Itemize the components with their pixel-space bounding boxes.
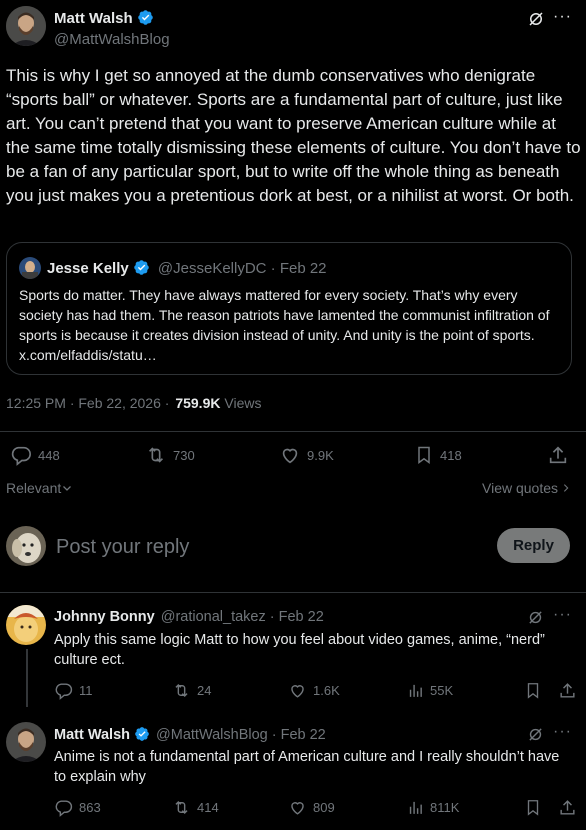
heart-icon bbox=[291, 685, 304, 698]
reply-button[interactable]: 448 bbox=[10, 444, 60, 466]
reply-author-handle[interactable]: @rational_takez · Feb 22 bbox=[161, 609, 324, 625]
reply-text: Apply this same logic Matt to how you fe… bbox=[54, 632, 545, 668]
bookmark-icon bbox=[527, 800, 539, 816]
repost-count: 24 bbox=[197, 683, 212, 698]
repost-count: 730 bbox=[173, 447, 195, 463]
like-button[interactable]: 1.6K bbox=[288, 681, 340, 700]
views-count: 55K bbox=[430, 683, 454, 698]
share-icon bbox=[560, 800, 575, 815]
chevron-down-icon bbox=[63, 486, 72, 491]
avatar[interactable] bbox=[6, 605, 46, 645]
view-quotes-label: View quotes bbox=[482, 480, 559, 496]
verified-badge-icon bbox=[135, 727, 149, 741]
avatar[interactable] bbox=[6, 722, 46, 762]
thread-connector-line bbox=[26, 649, 28, 707]
reply-button[interactable]: 11 bbox=[54, 681, 93, 700]
views-label: Views bbox=[224, 395, 262, 411]
heart-icon bbox=[282, 448, 298, 464]
view-quotes-link[interactable]: View quotes bbox=[482, 480, 571, 496]
avatar bbox=[6, 526, 46, 566]
author-row: Matt Walsh bbox=[54, 9, 154, 27]
divider bbox=[0, 592, 586, 593]
views-button[interactable]: 55K bbox=[407, 681, 453, 700]
bookmark-button[interactable] bbox=[524, 681, 542, 700]
grok-icon[interactable] bbox=[527, 609, 544, 631]
like-count: 9.9K bbox=[307, 447, 334, 463]
share-button[interactable] bbox=[558, 681, 577, 700]
sort-label: Relevant bbox=[6, 480, 62, 496]
reply-icon bbox=[55, 683, 73, 700]
like-count: 809 bbox=[313, 800, 335, 815]
reply-author-name[interactable]: Matt Walsh bbox=[54, 727, 130, 743]
reply-header: Matt Walsh @MattWalshBlog · Feb 22 bbox=[54, 726, 326, 743]
reply-text: Anime is not a fundamental part of Ameri… bbox=[54, 749, 560, 785]
timestamp[interactable]: 12:25 PM · Feb 22, 2026 · bbox=[6, 395, 169, 411]
grok-icon[interactable] bbox=[527, 10, 545, 33]
reply-icon bbox=[55, 800, 73, 817]
more-options-icon[interactable]: ··· bbox=[553, 723, 572, 741]
like-button[interactable]: 9.9K bbox=[279, 444, 334, 466]
bookmark-count: 418 bbox=[440, 447, 462, 463]
share-button[interactable] bbox=[547, 444, 569, 466]
repost-icon bbox=[148, 447, 164, 463]
quoted-author-handle: @JesseKellyDC · Feb 22 bbox=[157, 260, 327, 277]
analytics-icon bbox=[409, 684, 422, 697]
share-icon bbox=[560, 683, 575, 698]
like-count: 1.6K bbox=[313, 683, 340, 698]
repost-icon bbox=[175, 800, 188, 815]
reply-author-handle[interactable]: @MattWalshBlog · Feb 22 bbox=[156, 727, 326, 743]
reply-submit-button[interactable]: Reply bbox=[497, 528, 570, 563]
more-options-icon[interactable]: ··· bbox=[553, 8, 572, 26]
bookmark-button[interactable] bbox=[524, 798, 542, 817]
author-handle[interactable]: @MattWalshBlog bbox=[54, 31, 170, 48]
reply-header: Johnny Bonny @rational_takez · Feb 22 bbox=[54, 609, 324, 625]
reply-count: 863 bbox=[79, 800, 101, 815]
reply-submit-label: Reply bbox=[513, 537, 554, 554]
share-button[interactable] bbox=[558, 798, 577, 817]
verified-badge-icon bbox=[133, 260, 149, 275]
reply-count: 448 bbox=[38, 447, 60, 463]
post-meta: 12:25 PM · Feb 22, 2026 · 759.9K Views bbox=[6, 395, 261, 411]
repost-button[interactable]: 24 bbox=[172, 681, 211, 700]
views-count: 759.9K bbox=[175, 395, 221, 411]
chevron-right-icon bbox=[563, 484, 569, 492]
grok-icon[interactable] bbox=[527, 726, 544, 748]
repost-count: 414 bbox=[197, 800, 219, 815]
repost-icon bbox=[175, 683, 188, 698]
like-button[interactable]: 809 bbox=[288, 798, 335, 817]
avatar[interactable] bbox=[6, 6, 46, 46]
post-text: This is why I get so annoyed at the dumb… bbox=[6, 66, 581, 205]
quoted-author-name: Jesse Kelly bbox=[47, 260, 129, 277]
sort-dropdown[interactable]: Relevant bbox=[6, 480, 73, 496]
reply-icon bbox=[11, 446, 31, 466]
bookmark-icon bbox=[418, 446, 430, 464]
more-options-icon[interactable]: ··· bbox=[553, 606, 572, 624]
verified-badge-icon bbox=[137, 10, 153, 25]
divider bbox=[0, 431, 586, 432]
bookmark-button[interactable]: 418 bbox=[414, 444, 462, 466]
repost-button[interactable]: 730 bbox=[145, 444, 195, 466]
views-count: 811K bbox=[430, 800, 460, 815]
views-button[interactable]: 811K bbox=[407, 798, 459, 817]
analytics-icon bbox=[409, 801, 422, 814]
bookmark-icon bbox=[527, 683, 539, 699]
avatar bbox=[19, 257, 41, 279]
quoted-post-text: Sports do matter. They have always matte… bbox=[19, 287, 550, 363]
reply-author-name[interactable]: Johnny Bonny bbox=[54, 609, 155, 625]
author-name[interactable]: Matt Walsh bbox=[54, 10, 133, 27]
reply-button[interactable]: 863 bbox=[54, 798, 101, 817]
heart-icon bbox=[291, 802, 304, 815]
reply-count: 11 bbox=[79, 683, 93, 698]
repost-button[interactable]: 414 bbox=[172, 798, 219, 817]
quoted-post[interactable]: Jesse Kelly @JesseKellyDC · Feb 22 Sport… bbox=[6, 242, 572, 375]
share-icon bbox=[549, 446, 567, 464]
reply-input[interactable]: Post your reply bbox=[56, 536, 189, 559]
